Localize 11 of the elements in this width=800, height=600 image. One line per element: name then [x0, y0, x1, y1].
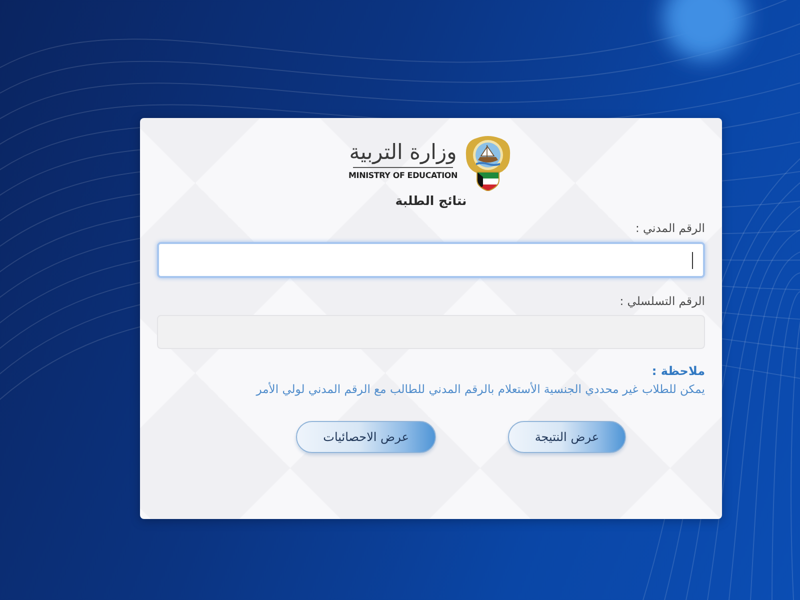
- note-heading: ملاحظة :: [652, 364, 705, 379]
- text-cursor-icon: [692, 252, 693, 268]
- input-field[interactable]: [157, 242, 705, 278]
- field-label: الرقم المدني :: [635, 220, 705, 236]
- ministry-name: وزارة التربية: [349, 139, 457, 166]
- show-statistics-button[interactable]: عرض الاحصائيات: [296, 421, 436, 453]
- ministry-name-english: MINISTRY OF EDUCATION: [348, 170, 458, 181]
- field-label: الرقم التسلسلي :: [620, 293, 705, 309]
- show-result-button[interactable]: عرض النتيجة: [508, 421, 626, 453]
- note-text: يمكن للطلاب غير محددي الجنسية الأستعلام بالرقم المدني للطالب مع الرقم المدني لولي الأمر: [256, 381, 705, 397]
- page-title: نتائج الطلبة: [395, 192, 467, 209]
